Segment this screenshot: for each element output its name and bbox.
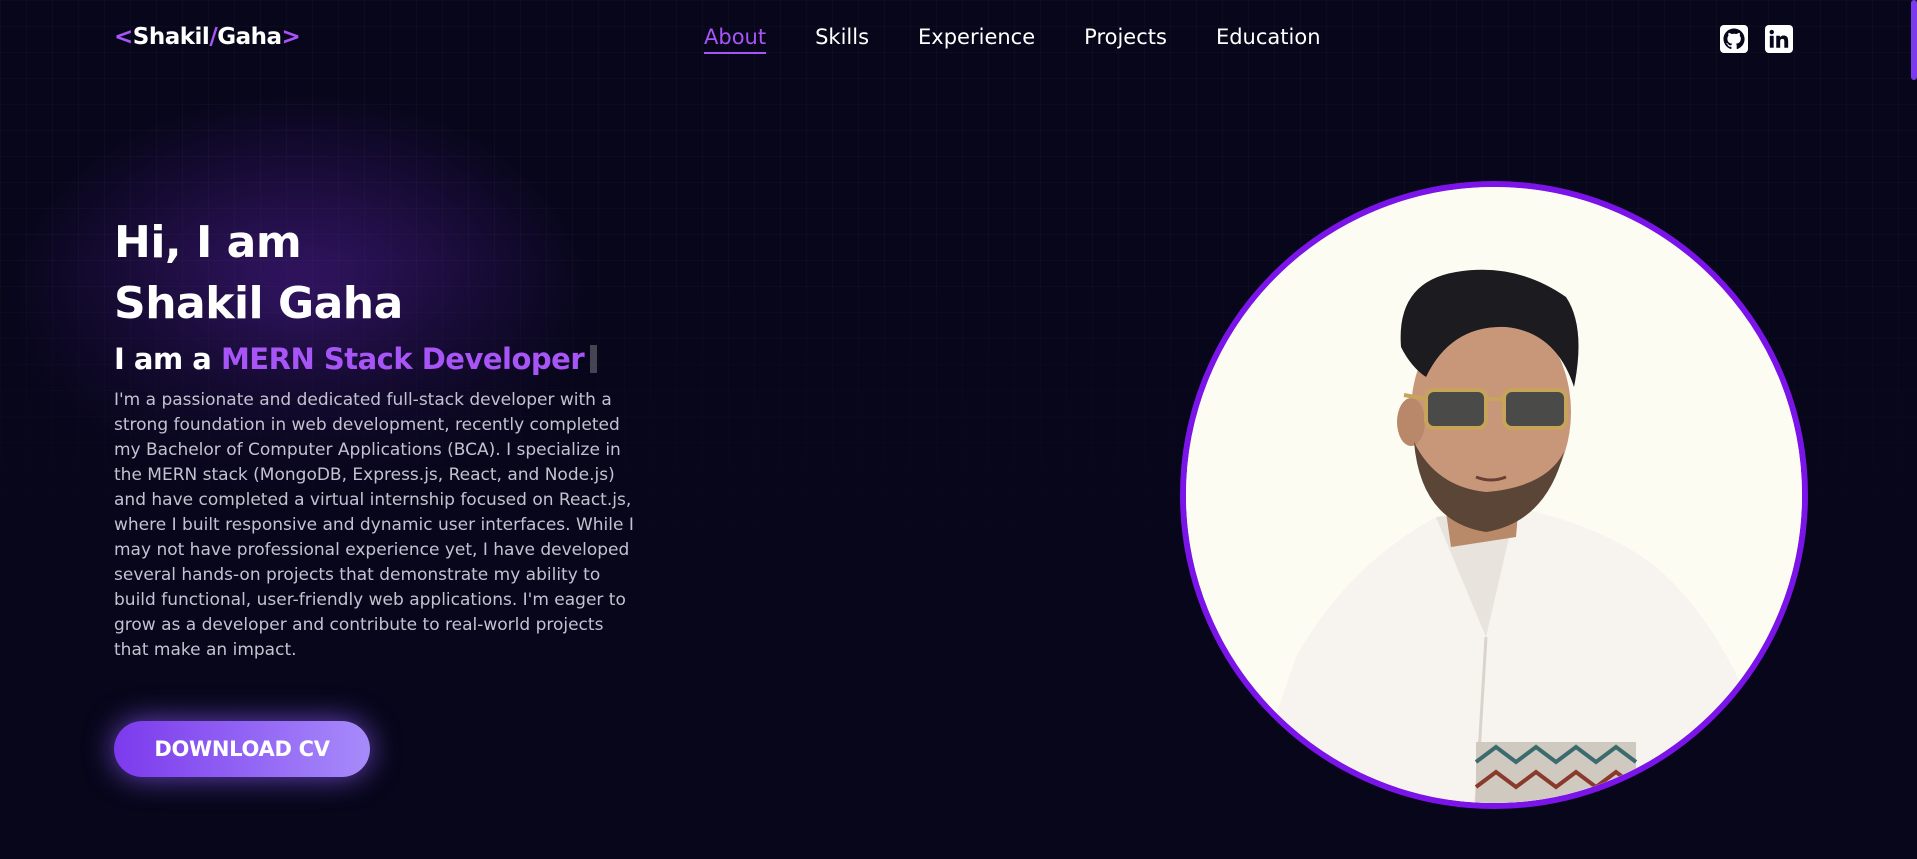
nav-link-about[interactable]: About <box>704 25 767 54</box>
nav-link-projects[interactable]: Projects <box>1084 25 1167 54</box>
role-prefix: I am a <box>114 342 212 376</box>
hero-text: Hi, I am Shakil Gaha I am a MERN Stack D… <box>114 212 634 663</box>
logo[interactable]: <Shakil/Gaha> <box>114 24 301 50</box>
logo-first-name: Shakil <box>132 24 210 50</box>
role-title: MERN Stack Developer <box>220 342 585 376</box>
nav-link-education[interactable]: Education <box>1216 25 1321 54</box>
scrollbar-thumb[interactable] <box>1911 0 1917 80</box>
greeting-name: Shakil Gaha <box>114 278 403 329</box>
linkedin-icon[interactable] <box>1765 25 1793 53</box>
typing-cursor <box>590 345 598 373</box>
profile-photo <box>1180 181 1808 809</box>
logo-close-bracket: > <box>281 24 301 50</box>
hero-greeting: Hi, I am Shakil Gaha <box>114 212 634 334</box>
logo-last-name: Gaha <box>217 24 282 50</box>
greeting-line-1: Hi, I am <box>114 217 302 268</box>
role-line: I am a MERN Stack Developer <box>114 342 634 376</box>
nav-links: About Skills Experience Projects Educati… <box>704 25 1321 54</box>
github-icon[interactable] <box>1720 25 1748 53</box>
nav-link-experience[interactable]: Experience <box>918 25 1035 54</box>
page: <Shakil/Gaha> About Skills Experience Pr… <box>0 0 1917 859</box>
nav-link-skills[interactable]: Skills <box>815 25 869 54</box>
social-links <box>1720 25 1793 53</box>
bio-paragraph: I'm a passionate and dedicated full-stac… <box>114 390 634 660</box>
download-cv-button[interactable]: DOWNLOAD CV <box>114 721 370 777</box>
logo-open-bracket: < <box>114 24 133 50</box>
navbar: <Shakil/Gaha> About Skills Experience Pr… <box>0 0 1917 78</box>
